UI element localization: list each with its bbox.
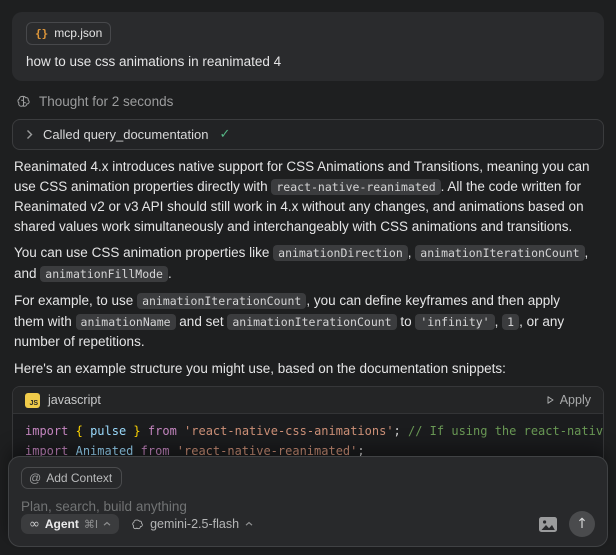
answer-paragraph: Here's an example structure you might us… [14,359,600,379]
brain-icon [131,518,144,531]
inline-code: react-native-reanimated [271,179,440,195]
arrow-up-icon: ↑ [576,516,588,532]
attached-file-chip[interactable]: {} mcp.json [26,22,111,45]
code-block-header: JS javascript Apply [13,387,603,414]
infinity-icon: ∞ [29,518,40,531]
chevron-up-icon [103,521,111,527]
inline-code: 'infinity' [415,314,494,330]
answer-paragraph: Reanimated 4.x introduces native support… [14,157,600,236]
chat-panel: {} mcp.json how to use css animations in… [0,0,616,502]
model-selector[interactable]: gemini-2.5-flash [131,517,253,531]
answer-paragraph: You can use CSS animation properties lik… [14,243,600,284]
composer-toolbar: ∞ Agent ⌘I gemini-2.5-flash [21,511,595,537]
thinking-summary[interactable]: Thought for 2 seconds [16,93,600,110]
inline-code: animationIterationCount [227,314,396,330]
brain-icon [16,94,31,109]
code-line: import { pulse } from 'react-native-css-… [25,421,591,441]
chevron-right-icon [25,129,34,140]
attached-file-name: mcp.json [54,26,102,41]
image-icon [539,517,557,532]
chevron-up-icon [245,521,253,527]
assistant-answer: Reanimated 4.x introduces native support… [12,157,604,378]
play-icon [545,395,555,405]
inline-code: animationFillMode [40,266,168,282]
answer-paragraph: For example, to use animationIterationCo… [14,291,600,352]
mode-selector[interactable]: ∞ Agent ⌘I [21,514,119,534]
send-button[interactable]: ↑ [569,511,595,537]
mode-label: Agent [45,517,79,531]
code-language-label: javascript [48,393,101,407]
model-label: gemini-2.5-flash [150,517,239,531]
add-context-button[interactable]: @ Add Context [21,467,122,489]
inline-code: 1 [502,314,519,330]
composer[interactable]: @ Add Context Plan, search, build anythi… [8,456,608,547]
user-message-card: {} mcp.json how to use css animations in… [12,12,604,81]
apply-button-label: Apply [560,393,591,407]
add-context-label: Add Context [46,471,112,485]
user-message-text: how to use css animations in reanimated … [26,53,590,71]
checkmark-icon: ✓ [220,127,231,142]
mode-shortcut: ⌘I [84,518,98,531]
tool-call-label: Called query_documentation [43,127,209,142]
inline-code: animationName [76,314,176,330]
apply-button[interactable]: Apply [545,393,591,407]
code-language: JS javascript [25,393,101,408]
thinking-label: Thought for 2 seconds [39,94,173,109]
attach-image-button[interactable] [539,517,557,532]
javascript-icon: JS [25,393,40,408]
at-icon: @ [29,471,41,485]
json-file-icon: {} [35,26,48,41]
inline-code: animationDirection [273,245,408,261]
inline-code: animationIterationCount [415,245,584,261]
tool-call-row[interactable]: Called query_documentation ✓ [12,119,604,150]
inline-code: animationIterationCount [137,293,306,309]
